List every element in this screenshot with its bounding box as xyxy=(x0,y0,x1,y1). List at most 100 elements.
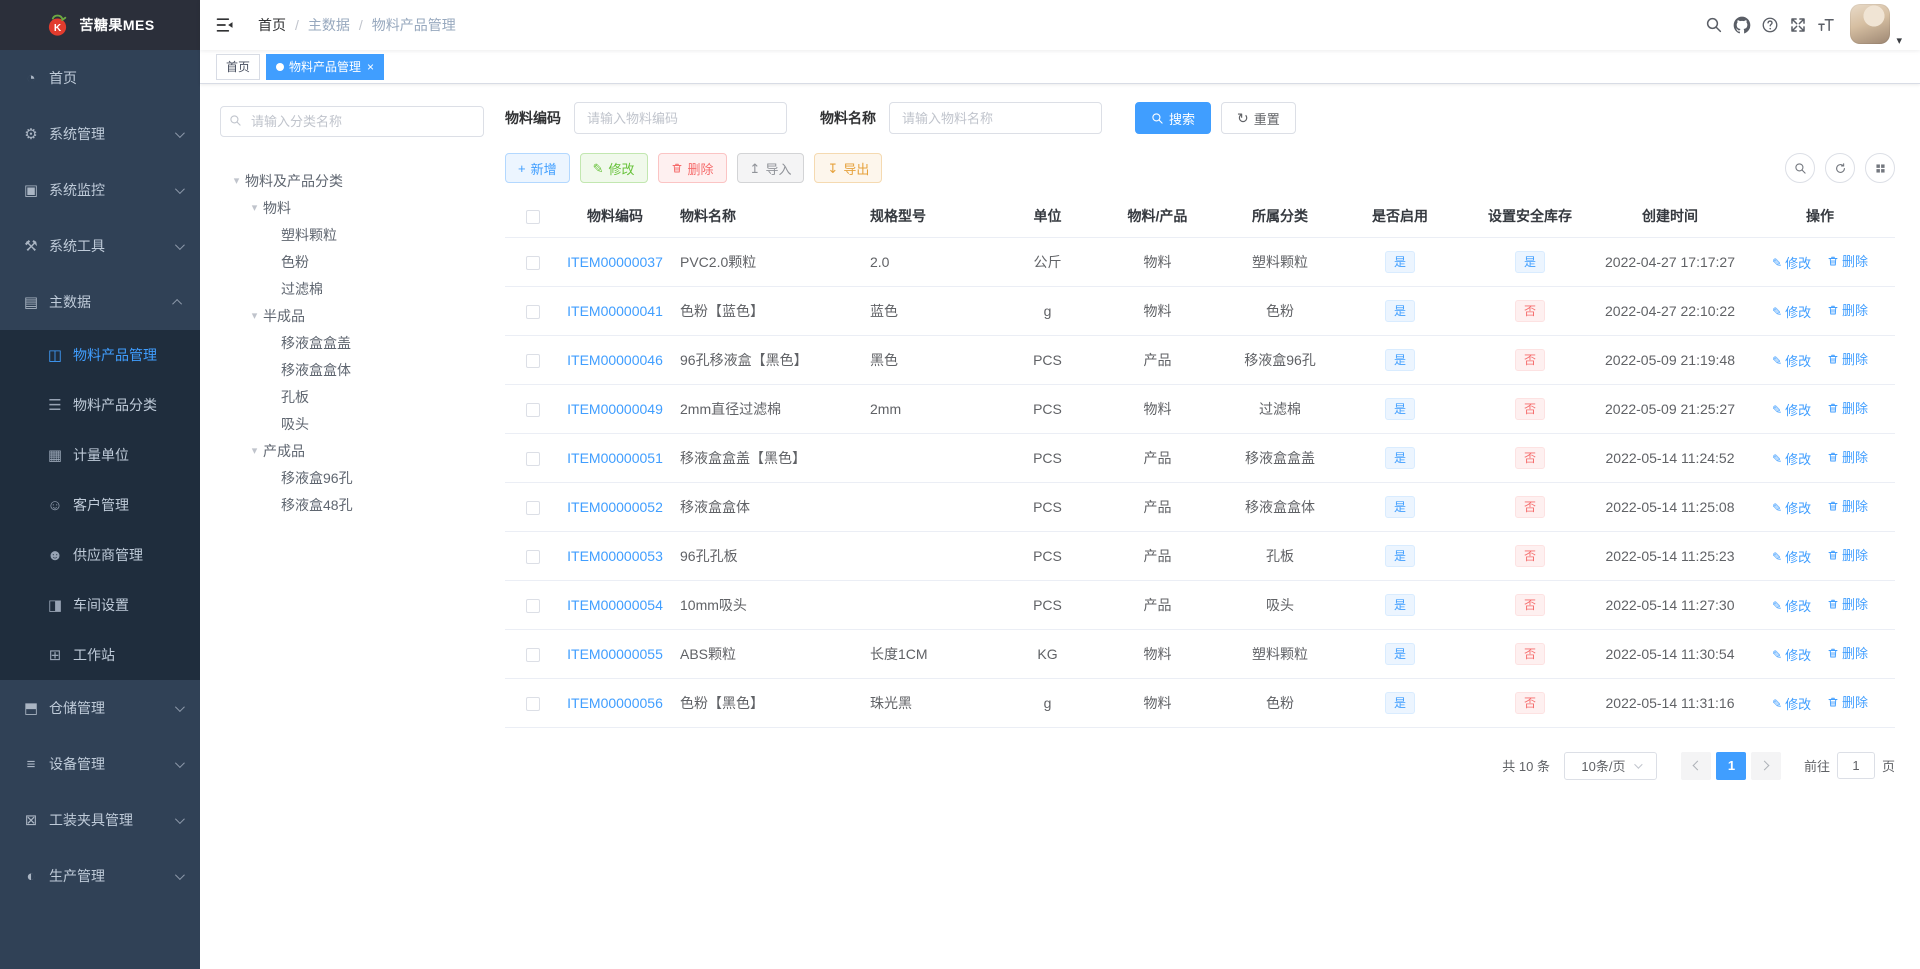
row-edit-link[interactable]: ✎ 修改 xyxy=(1772,449,1811,468)
search-submit-button[interactable]: 搜索 xyxy=(1135,102,1212,134)
sidebar-item-material-product-manage[interactable]: ◫ 物料产品管理 xyxy=(0,330,200,380)
item-code-link[interactable]: ITEM00000054 xyxy=(567,597,663,613)
row-edit-link[interactable]: ✎ 修改 xyxy=(1772,302,1811,321)
filter-input[interactable] xyxy=(889,102,1102,134)
tree-node[interactable]: 移液盒96孔 xyxy=(220,464,484,491)
row-delete-link[interactable]: 删除 xyxy=(1827,545,1868,564)
hide-search-button[interactable] xyxy=(1785,153,1815,183)
tree-node[interactable]: 吸头 xyxy=(220,410,484,437)
sidebar-toggle-button[interactable] xyxy=(200,0,250,50)
row-checkbox[interactable] xyxy=(525,500,540,515)
delete-button[interactable]: 删除 xyxy=(657,153,727,183)
item-code-link[interactable]: ITEM00000056 xyxy=(567,695,663,711)
sidebar-item-measure-unit[interactable]: ▦ 计量单位 xyxy=(0,430,200,480)
row-delete-link[interactable]: 删除 xyxy=(1827,251,1868,270)
tree-node[interactable]: 塑料颗粒 xyxy=(220,221,484,248)
font-size-button[interactable] xyxy=(1812,0,1840,50)
item-code-link[interactable]: ITEM00000049 xyxy=(567,401,663,417)
sidebar-item-home[interactable]: ◔ 首页 xyxy=(0,50,200,106)
tree-node[interactable]: 孔板 xyxy=(220,383,484,410)
row-delete-link[interactable]: 删除 xyxy=(1827,398,1868,417)
import-button[interactable]: ↥ 导入 xyxy=(736,153,805,183)
edit-button[interactable]: ✎ 修改 xyxy=(579,153,648,183)
row-delete-link[interactable]: 删除 xyxy=(1827,349,1868,368)
item-code-link[interactable]: ITEM00000053 xyxy=(567,548,663,564)
sidebar-item-master-data[interactable]: ▤ 主数据 xyxy=(0,274,200,330)
row-edit-link[interactable]: ✎ 修改 xyxy=(1772,498,1811,517)
page-number-button[interactable]: 1 xyxy=(1716,751,1747,780)
sidebar-item-customer-manage[interactable]: ☺ 客户管理 xyxy=(0,480,200,530)
app-logo[interactable]: K 苦糖果MES xyxy=(0,0,200,50)
sidebar-item-production-manage[interactable]: ◐ 生产管理 xyxy=(0,848,200,904)
tree-node[interactable]: ▾ 半成品 xyxy=(220,302,484,329)
row-delete-link[interactable]: 删除 xyxy=(1827,300,1868,319)
row-checkbox[interactable] xyxy=(525,647,540,662)
row-checkbox[interactable] xyxy=(525,549,540,564)
row-edit-link[interactable]: ✎ 修改 xyxy=(1772,645,1811,664)
row-checkbox[interactable] xyxy=(525,304,540,319)
row-edit-link[interactable]: ✎ 修改 xyxy=(1772,547,1811,566)
sidebar-item-workshop-settings[interactable]: ◨ 车间设置 xyxy=(0,580,200,630)
next-page-button[interactable] xyxy=(1751,751,1782,780)
add-button[interactable]: + 新增 xyxy=(505,153,570,183)
row-edit-link[interactable]: ✎ 修改 xyxy=(1772,351,1811,370)
user-menu[interactable]: ▾ xyxy=(1850,3,1902,47)
tree-node[interactable]: 移液盒盒盖 xyxy=(220,329,484,356)
tree-node[interactable]: 移液盒48孔 xyxy=(220,491,484,518)
row-delete-link[interactable]: 删除 xyxy=(1827,496,1868,515)
prev-page-button[interactable] xyxy=(1681,751,1712,780)
sidebar-item-supplier-manage[interactable]: ☻ 供应商管理 xyxy=(0,530,200,580)
row-edit-link[interactable]: ✎ 修改 xyxy=(1772,596,1811,615)
row-checkbox[interactable] xyxy=(525,353,540,368)
goto-page-input[interactable] xyxy=(1836,752,1875,779)
row-checkbox[interactable] xyxy=(525,598,540,613)
export-button[interactable]: ↧ 导出 xyxy=(814,153,883,183)
item-code-link[interactable]: ITEM00000041 xyxy=(567,303,663,319)
tree-node[interactable]: 过滤棉 xyxy=(220,275,484,302)
row-checkbox[interactable] xyxy=(525,696,540,711)
item-code-link[interactable]: ITEM00000051 xyxy=(567,450,663,466)
page-size-select[interactable]: 10条/页 xyxy=(1563,751,1657,780)
sidebar-item-material-product-category[interactable]: ☰ 物料产品分类 xyxy=(0,380,200,430)
row-delete-link[interactable]: 删除 xyxy=(1827,692,1868,711)
row-edit-link[interactable]: ✎ 修改 xyxy=(1772,400,1811,419)
tree-node[interactable]: ▾ 产成品 xyxy=(220,437,484,464)
category-search-input[interactable] xyxy=(220,106,484,137)
row-edit-link[interactable]: ✎ 修改 xyxy=(1772,694,1811,713)
help-button[interactable] xyxy=(1756,0,1784,50)
item-code-link[interactable]: ITEM00000055 xyxy=(567,646,663,662)
row-checkbox[interactable] xyxy=(525,402,540,417)
row-checkbox[interactable] xyxy=(525,451,540,466)
sidebar-item-system-monitor[interactable]: ▣ 系统监控 xyxy=(0,162,200,218)
row-delete-link[interactable]: 删除 xyxy=(1827,643,1868,662)
search-button[interactable] xyxy=(1700,0,1728,50)
breadcrumb-item[interactable]: 首页 xyxy=(258,15,286,35)
row-edit-link[interactable]: ✎ 修改 xyxy=(1772,253,1811,272)
sidebar-item-system-manage[interactable]: ⚙ 系统管理 xyxy=(0,106,200,162)
github-button[interactable] xyxy=(1728,0,1756,50)
tree-node[interactable]: 移液盒盒体 xyxy=(220,356,484,383)
sidebar-item-system-tools[interactable]: ⚒ 系统工具 xyxy=(0,218,200,274)
refresh-table-button[interactable] xyxy=(1825,153,1855,183)
view-tab[interactable]: 首页 xyxy=(216,53,261,80)
select-all-checkbox[interactable] xyxy=(525,210,540,225)
item-code-link[interactable]: ITEM00000046 xyxy=(567,352,663,368)
fullscreen-button[interactable] xyxy=(1784,0,1812,50)
close-icon[interactable]: × xyxy=(367,61,374,73)
row-delete-link[interactable]: 删除 xyxy=(1827,447,1868,466)
item-code-link[interactable]: ITEM00000037 xyxy=(567,254,663,270)
toggle-columns-button[interactable] xyxy=(1865,153,1895,183)
sidebar-item-workstation[interactable]: ⊞ 工作站 xyxy=(0,630,200,680)
reset-button[interactable]: ↻ 重置 xyxy=(1221,102,1296,134)
sidebar-item-fixture-manage[interactable]: ⊠ 工装夹具管理 xyxy=(0,792,200,848)
tree-node[interactable]: ▾ 物料及产品分类 xyxy=(220,167,484,194)
sidebar-item-equipment-manage[interactable]: ≡ 设备管理 xyxy=(0,736,200,792)
row-checkbox[interactable] xyxy=(525,255,540,270)
row-delete-link[interactable]: 删除 xyxy=(1827,594,1868,613)
view-tab[interactable]: 物料产品管理 × xyxy=(266,53,385,80)
tree-node[interactable]: 色粉 xyxy=(220,248,484,275)
filter-input[interactable] xyxy=(574,102,787,134)
sidebar-item-warehouse-manage[interactable]: ⬒ 仓储管理 xyxy=(0,680,200,736)
item-code-link[interactable]: ITEM00000052 xyxy=(567,499,663,515)
tree-node[interactable]: ▾ 物料 xyxy=(220,194,484,221)
